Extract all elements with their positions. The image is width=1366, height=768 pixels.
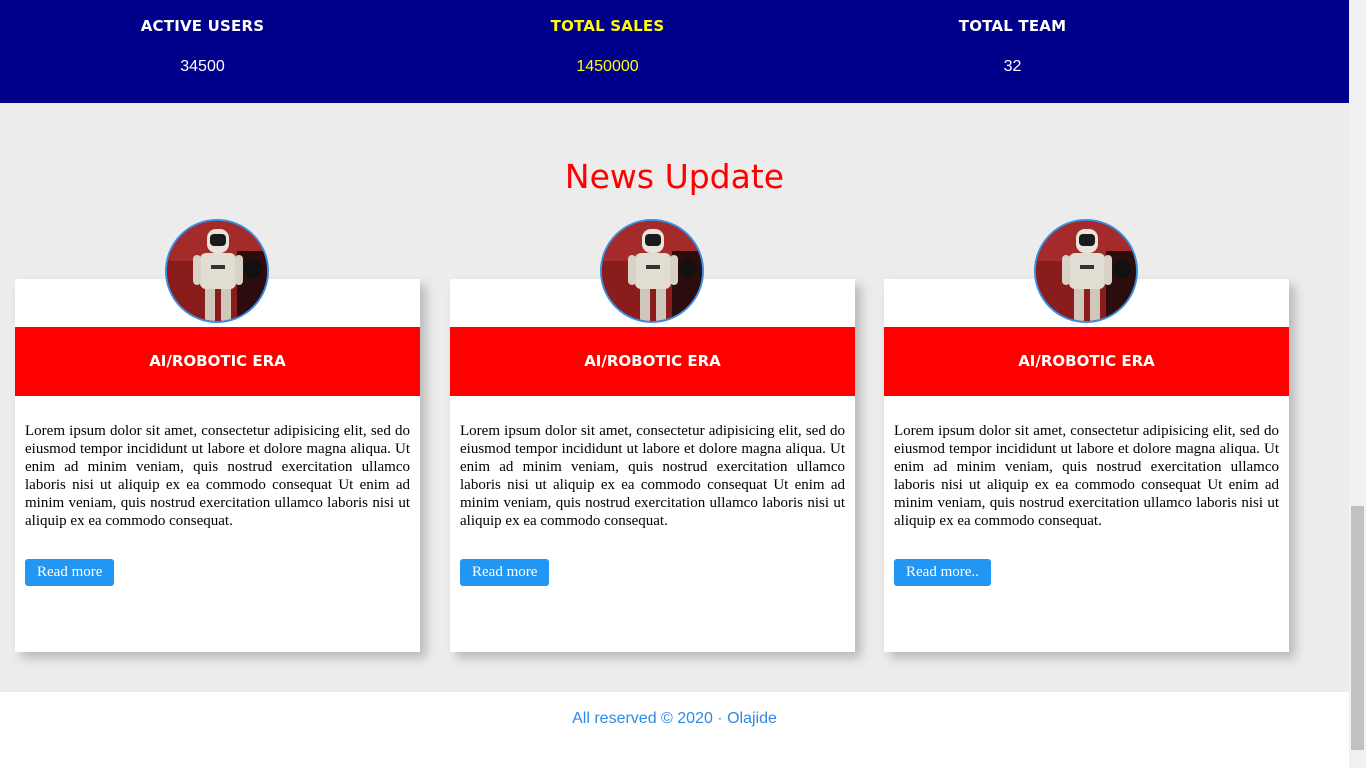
stat-value: 34500 — [180, 58, 225, 75]
card-heading: AI/ROBOTIC ERA — [149, 352, 286, 370]
read-more-button[interactable]: Read more — [460, 559, 550, 586]
stat-label: TOTAL SALES — [550, 17, 665, 35]
stat-label: TOTAL TEAM — [958, 17, 1067, 35]
news-card: AI/ROBOTIC ERA Lorem ipsum dolor sit ame… — [15, 219, 420, 652]
footer: All reserved © 2020 · Olajide — [0, 692, 1349, 768]
card-header: AI/ROBOTIC ERA — [15, 327, 420, 396]
card-heading: AI/ROBOTIC ERA — [584, 352, 721, 370]
robot-avatar — [600, 219, 704, 323]
robot-image — [602, 221, 702, 321]
robot-avatar — [1034, 219, 1138, 323]
robot-avatar — [165, 219, 269, 323]
stats-band: ACTIVE USERS 34500 TOTAL SALES 1450000 T… — [0, 0, 1349, 103]
stat-value: 32 — [1003, 58, 1022, 75]
card-heading: AI/ROBOTIC ERA — [1018, 352, 1155, 370]
news-title: News Update — [564, 157, 785, 196]
robot-image — [1036, 221, 1136, 321]
page: ACTIVE USERS 34500 TOTAL SALES 1450000 T… — [0, 0, 1349, 768]
stat-label: ACTIVE USERS — [140, 17, 265, 35]
news-card: AI/ROBOTIC ERA Lorem ipsum dolor sit ame… — [450, 219, 855, 652]
vertical-scrollbar[interactable] — [1349, 0, 1366, 768]
card-body: Lorem ipsum dolor sit amet, consectetur … — [894, 423, 1279, 529]
footer-text: All reserved © 2020 · Olajide — [572, 710, 777, 727]
card-header: AI/ROBOTIC ERA — [884, 327, 1289, 396]
card-header: AI/ROBOTIC ERA — [450, 327, 855, 396]
stat-value: 1450000 — [576, 58, 639, 75]
card-body: Lorem ipsum dolor sit amet, consectetur … — [460, 423, 845, 529]
news-card: AI/ROBOTIC ERA Lorem ipsum dolor sit ame… — [884, 219, 1289, 652]
card-body: Lorem ipsum dolor sit amet, consectetur … — [25, 423, 410, 529]
read-more-button[interactable]: Read more.. — [894, 559, 991, 586]
read-more-button[interactable]: Read more — [25, 559, 115, 586]
scrollbar-thumb[interactable] — [1351, 506, 1364, 750]
robot-image — [167, 221, 267, 321]
